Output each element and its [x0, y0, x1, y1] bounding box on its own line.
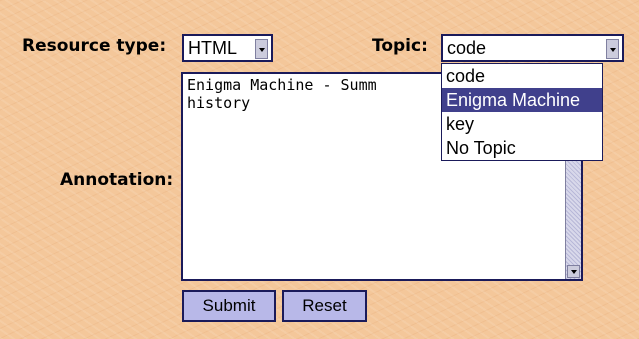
scroll-down-arrow-icon[interactable] — [567, 265, 580, 278]
chevron-down-icon[interactable] — [255, 39, 268, 59]
topic-select[interactable]: code — [441, 34, 624, 62]
resource-type-label: Resource type: — [22, 36, 167, 56]
topic-option[interactable]: No Topic — [442, 136, 602, 160]
resource-type-select[interactable]: HTML — [182, 34, 273, 62]
topic-value: code — [447, 38, 487, 58]
topic-option-highlighted[interactable]: Enigma Machine — [442, 88, 602, 112]
topic-label: Topic: — [372, 36, 428, 56]
topic-dropdown-list[interactable]: code Enigma Machine key No Topic — [441, 63, 603, 161]
annotation-label: Annotation: — [60, 170, 174, 190]
chevron-down-icon[interactable] — [606, 39, 619, 59]
reset-button[interactable]: Reset — [282, 290, 367, 322]
topic-option[interactable]: key — [442, 112, 602, 136]
resource-type-value: HTML — [188, 38, 237, 58]
topic-option[interactable]: code — [442, 64, 602, 88]
submit-button[interactable]: Submit — [182, 290, 276, 322]
